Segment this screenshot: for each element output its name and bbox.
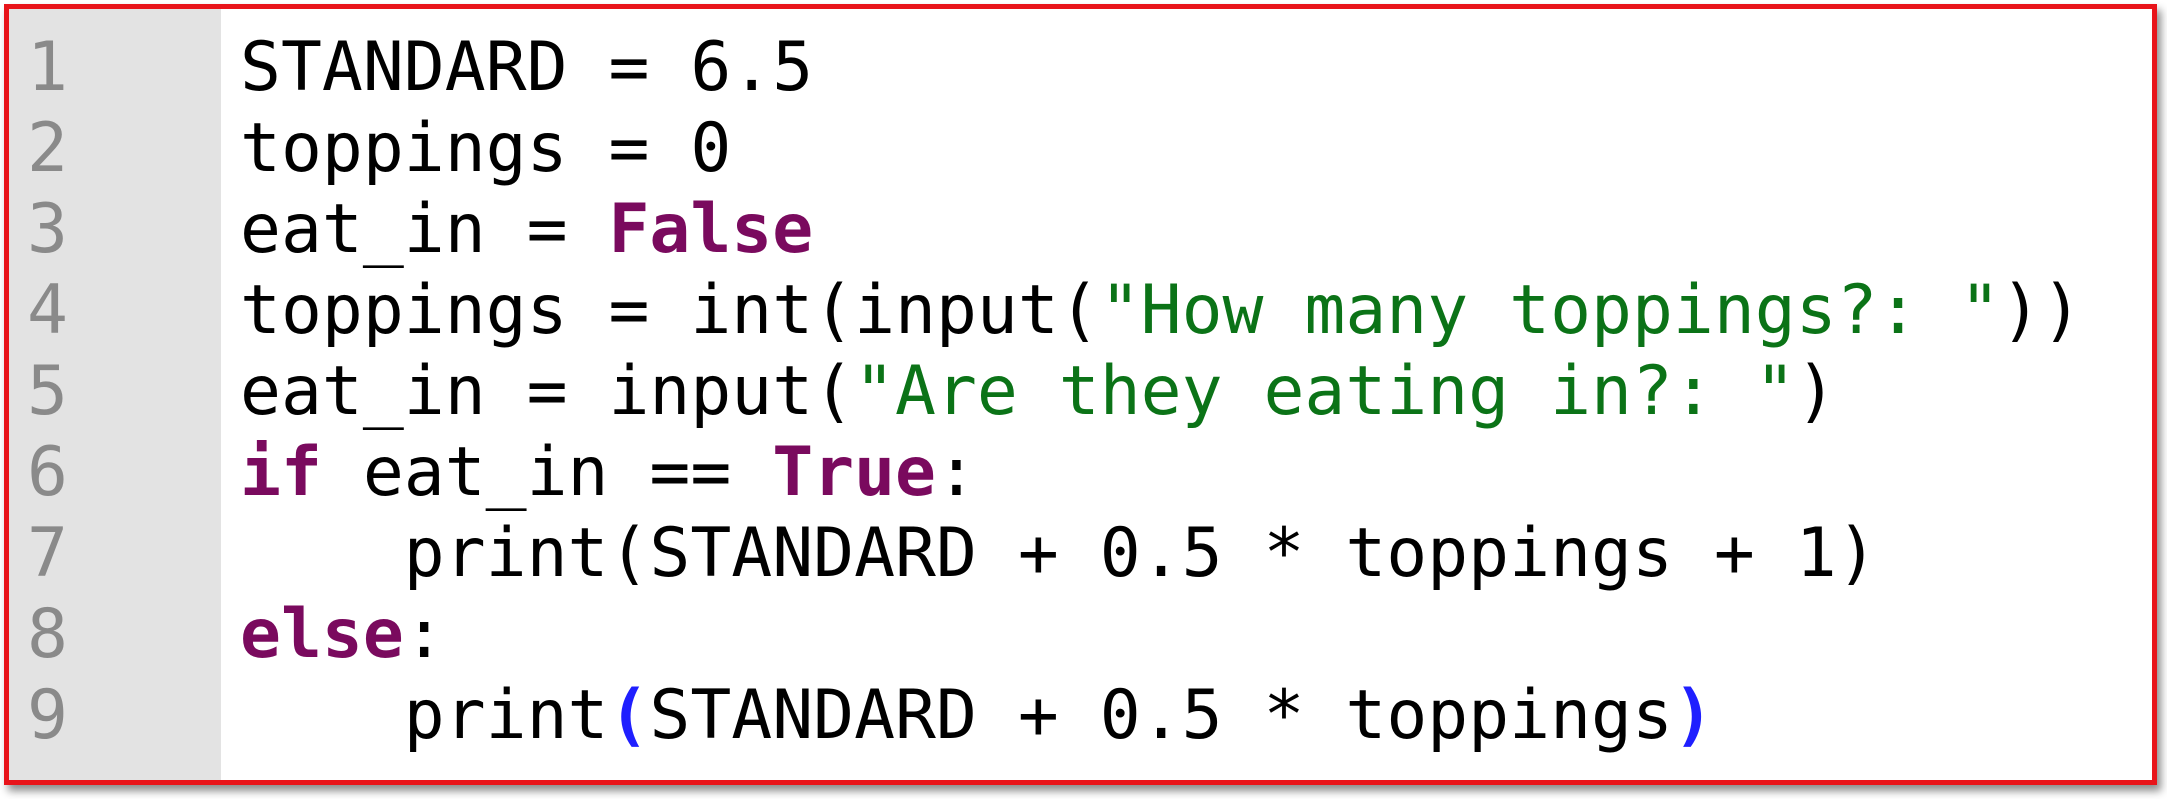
line-number: 1: [27, 28, 68, 107]
keyword-token: False: [608, 190, 814, 269]
code-token: STANDARD + 0.5 * toppings: [649, 676, 1673, 755]
code-token: :: [936, 433, 977, 512]
line-number: 9: [27, 676, 68, 755]
code-line[interactable]: 9 print(STANDARD + 0.5 * toppings): [9, 675, 2152, 756]
string-token: "How many toppings?: ": [1099, 271, 2001, 350]
code-editor[interactable]: 1 STANDARD = 6.5 2 toppings = 0 3 eat_in = Fa…: [9, 27, 2152, 756]
line-number: 2: [27, 109, 68, 188]
line-number: 4: [27, 271, 68, 350]
code-token: )): [2000, 271, 2083, 350]
code-token: print(STANDARD + 0.5 * toppings + 1): [240, 514, 1878, 593]
code-token: eat_in =: [240, 190, 609, 269]
code-token: toppings = 0: [240, 109, 732, 188]
code-line[interactable]: 5 eat_in = input("Are they eating in?: "): [9, 351, 2152, 432]
code-token: print: [240, 676, 609, 755]
code-line[interactable]: 1 STANDARD = 6.5: [9, 27, 2152, 108]
line-number: 8: [27, 595, 68, 674]
line-number: 7: [27, 514, 68, 593]
code-token: eat_in ==: [321, 433, 773, 512]
code-editor-frame: 1 STANDARD = 6.5 2 toppings = 0 3 eat_in = Fa…: [4, 4, 2157, 785]
code-text[interactable]: eat_in = input("Are they eating in?: "): [240, 351, 1837, 432]
code-token: toppings = int(input(: [240, 271, 1100, 350]
code-token: STANDARD = 6.5: [240, 28, 814, 107]
code-text[interactable]: else:: [240, 594, 445, 675]
code-line[interactable]: 7 print(STANDARD + 0.5 * toppings + 1): [9, 513, 2152, 594]
string-token: "Are they eating in?: ": [854, 352, 1796, 431]
code-line[interactable]: 3 eat_in = False: [9, 189, 2152, 270]
code-line[interactable]: 8 else:: [9, 594, 2152, 675]
code-text[interactable]: if eat_in == True:: [240, 432, 977, 513]
code-token: ): [1795, 352, 1837, 431]
code-line[interactable]: 2 toppings = 0: [9, 108, 2152, 189]
matched-bracket-token: ): [1672, 676, 1714, 755]
line-number: 6: [27, 433, 68, 512]
line-number: 3: [27, 190, 68, 269]
matched-bracket-token: (: [608, 676, 650, 755]
code-text[interactable]: toppings = int(input("How many toppings?…: [240, 270, 2082, 351]
keyword-token: True: [772, 433, 936, 512]
code-token: eat_in = input(: [240, 352, 855, 431]
code-line[interactable]: 6 if eat_in == True:: [9, 432, 2152, 513]
code-text[interactable]: eat_in = False: [240, 189, 813, 270]
code-text[interactable]: print(STANDARD + 0.5 * toppings): [240, 675, 1714, 756]
line-number: 5: [27, 352, 68, 431]
code-text[interactable]: toppings = 0: [240, 108, 731, 189]
keyword-token: if: [240, 433, 322, 512]
code-text[interactable]: print(STANDARD + 0.5 * toppings + 1): [240, 513, 1878, 594]
code-text[interactable]: STANDARD = 6.5: [240, 27, 813, 108]
keyword-token: else: [240, 595, 404, 674]
code-line[interactable]: 4 toppings = int(input("How many toppings…: [9, 270, 2152, 351]
code-token: :: [403, 595, 445, 674]
